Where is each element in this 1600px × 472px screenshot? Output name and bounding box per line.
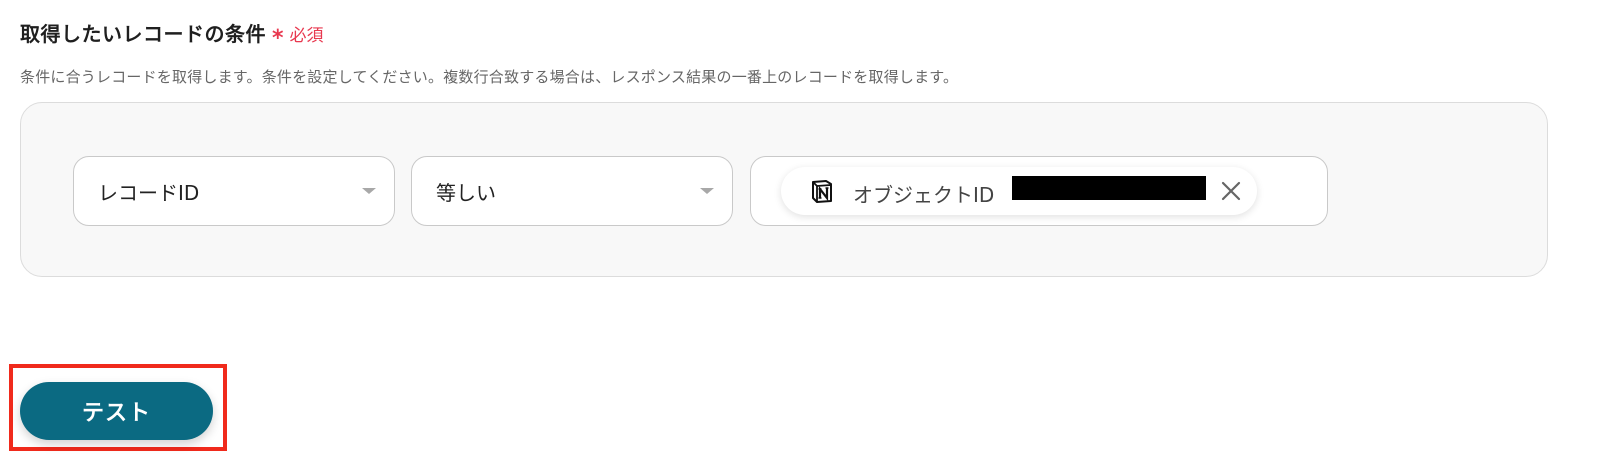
condition-panel: レコードID 等しい オブジェクトID xyxy=(20,102,1548,277)
operator-select-value: 等しい xyxy=(436,180,496,205)
chip-label: オブジェクトID xyxy=(853,183,995,207)
field-select[interactable]: レコードID xyxy=(73,156,395,226)
field-select-value: レコードID xyxy=(98,180,200,205)
notion-icon xyxy=(812,180,832,203)
redacted-value xyxy=(1012,176,1206,200)
section-description: 条件に合うレコードを取得します。条件を設定してください。複数行合致する場合は、レ… xyxy=(20,68,959,86)
section-header: 取得したいレコードの条件 * 必須 xyxy=(20,18,324,51)
chevron-down-icon xyxy=(362,188,376,194)
value-input[interactable]: オブジェクトID xyxy=(750,156,1328,226)
section-title: 取得したいレコードの条件 xyxy=(20,22,266,46)
value-chip[interactable]: オブジェクトID xyxy=(781,167,1257,215)
required-label: 必須 xyxy=(289,26,324,46)
chevron-down-icon xyxy=(700,188,714,194)
test-button[interactable]: テスト xyxy=(20,382,213,440)
required-asterisk: * xyxy=(272,26,284,51)
page: 取得したいレコードの条件 * 必須 条件に合うレコードを取得します。条件を設定し… xyxy=(0,0,1600,472)
close-icon[interactable] xyxy=(1219,179,1243,203)
operator-select[interactable]: 等しい xyxy=(411,156,733,226)
